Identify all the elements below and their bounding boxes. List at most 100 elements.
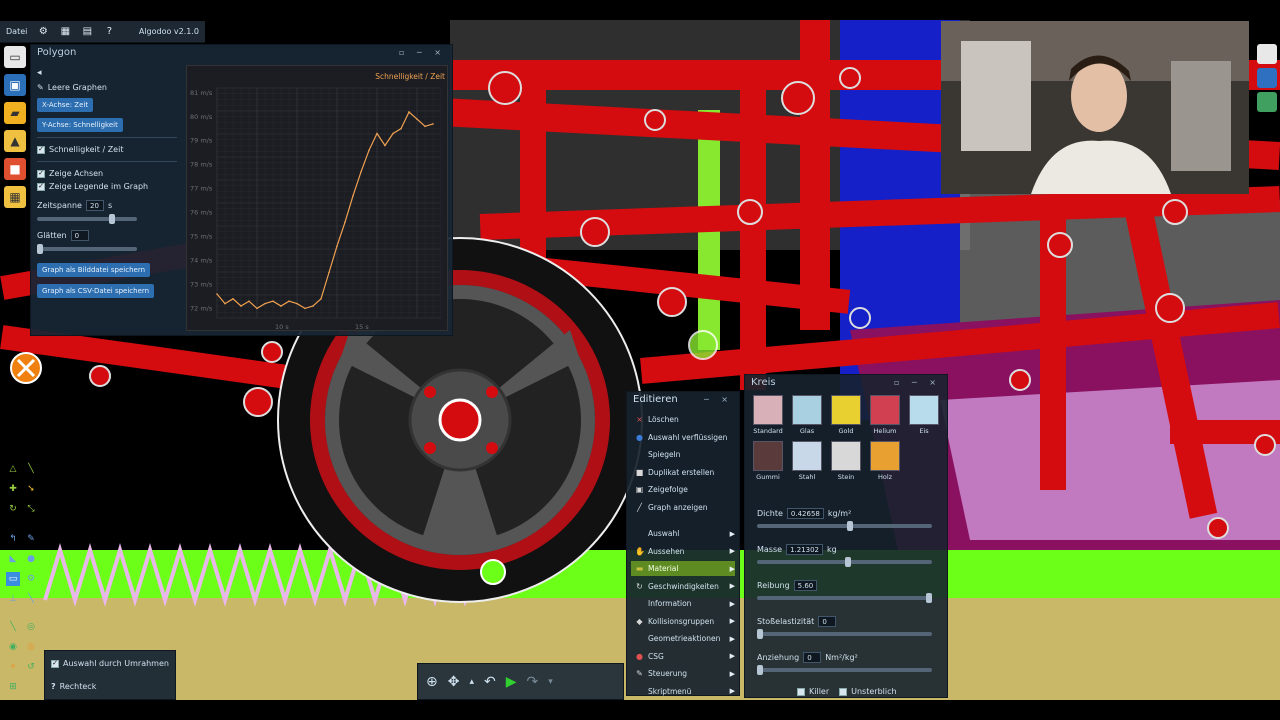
clear-graphs-button[interactable]: Leere Graphen	[48, 83, 107, 92]
plane-tool-icon[interactable]: ◣	[6, 552, 20, 566]
context-menu-item[interactable]: Spiegeln	[631, 447, 735, 462]
pen-tool-icon[interactable]: ✎	[24, 532, 38, 546]
shop-icon[interactable]: ▲	[4, 130, 26, 152]
restitution-input[interactable]: 0	[818, 615, 837, 627]
redo-icon[interactable]: ↷	[527, 674, 539, 690]
chain-tool-icon[interactable]: ⊥	[6, 592, 20, 606]
zoom-tool-icon[interactable]: ⊞	[6, 680, 20, 694]
window-icon[interactable]: ▤	[81, 26, 93, 37]
laser-tool-icon[interactable]: ✦	[6, 660, 20, 674]
play-icon[interactable]: ▶	[506, 674, 517, 690]
move-tool-icon[interactable]: ✚	[6, 482, 20, 496]
density-slider[interactable]	[757, 521, 932, 531]
knife-tool-icon[interactable]: ↰	[6, 532, 20, 546]
slider-knob[interactable]	[109, 214, 115, 224]
speed-time-checkbox[interactable]: ✓	[37, 145, 45, 154]
timespan-slider[interactable]	[37, 214, 137, 224]
lessons-icon[interactable]: ■	[4, 158, 26, 180]
drag-tool-icon[interactable]: ➘	[24, 482, 38, 496]
up-arrow-icon[interactable]: ▴	[469, 677, 474, 687]
scale-tool-icon[interactable]: ⤡	[24, 502, 38, 516]
material-option[interactable]: Stahl	[789, 441, 825, 481]
smoothing-slider[interactable]	[37, 244, 137, 254]
slider-knob[interactable]	[926, 593, 932, 603]
hinge-tool-icon[interactable]: ◎	[24, 620, 38, 634]
killer-checkbox[interactable]	[797, 687, 805, 696]
help-question-icon[interactable]: ?	[51, 682, 56, 691]
context-menu-item[interactable]: ✎ Steuerung ▶	[631, 666, 735, 681]
brush-tool-icon[interactable]: ╲	[24, 462, 38, 476]
thruster-tool-icon[interactable]: ↺	[24, 660, 38, 674]
context-menu-item[interactable]: Geometrieaktionen ▶	[631, 631, 735, 646]
density-input[interactable]: 0.42658	[786, 507, 824, 519]
save-icon[interactable]: ▣	[4, 74, 26, 96]
tracer-tool-icon[interactable]: ◍	[24, 640, 38, 654]
material-option[interactable]: Glas	[789, 395, 825, 435]
invisible-checkbox[interactable]	[839, 687, 848, 696]
material-option[interactable]: Stein	[828, 441, 864, 481]
material-option[interactable]: Helium	[867, 395, 903, 435]
window-controls[interactable]: ─ ×	[704, 395, 733, 404]
spring-tool-icon[interactable]: ╲	[24, 592, 38, 606]
context-menu-item[interactable]: ╱ Graph anzeigen	[631, 500, 735, 515]
material-option[interactable]: Eis	[906, 395, 942, 435]
timespan-input[interactable]: 20	[85, 200, 104, 211]
polygon-tool-icon[interactable]: △	[6, 462, 20, 476]
fixate-tool-icon[interactable]: ╲	[6, 620, 20, 634]
box-tool-icon[interactable]: ▭	[6, 572, 20, 586]
context-menu-item[interactable]: Information ▶	[631, 596, 735, 611]
slider-knob[interactable]	[37, 244, 43, 254]
context-menu-item[interactable]: ▬ Material ▶	[631, 561, 735, 576]
friction-slider[interactable]	[757, 593, 932, 603]
smoothing-input[interactable]: 0	[70, 230, 89, 241]
circle-tool-icon[interactable]: ●	[24, 552, 38, 566]
context-menu-item[interactable]: ↻ Geschwindigkeiten ▶	[631, 579, 735, 594]
file-menu[interactable]: Datei	[6, 27, 27, 36]
gear-tool-icon[interactable]: ⚙	[24, 572, 38, 586]
slider-knob[interactable]	[847, 521, 853, 531]
gear-icon[interactable]: ⚙	[37, 26, 49, 37]
scenes-icon[interactable]: ▦	[4, 186, 26, 208]
friction-input[interactable]: 5.60	[793, 579, 818, 591]
attraction-input[interactable]: 0	[803, 651, 822, 663]
material-option[interactable]: Standard	[750, 395, 786, 435]
help-icon[interactable]: ?	[103, 26, 115, 37]
save-csv-button[interactable]: Graph als CSV-Datei speichern	[37, 284, 155, 298]
slider-knob[interactable]	[757, 665, 763, 675]
show-axes-checkbox[interactable]: ✓	[37, 169, 45, 178]
x-axis-button[interactable]: X-Achse: Zeit	[37, 98, 94, 112]
window-controls[interactable]: ▫ ─ ×	[399, 48, 446, 57]
context-menu-item[interactable]: Skriptmenü ▶	[631, 684, 735, 699]
attraction-slider[interactable]	[757, 665, 932, 675]
slider-knob[interactable]	[757, 629, 763, 639]
material-option[interactable]: Holz	[867, 441, 903, 481]
down-arrow-icon[interactable]: ▾	[548, 677, 553, 687]
rightbar-icon[interactable]	[1257, 44, 1277, 64]
restitution-slider[interactable]	[757, 629, 932, 639]
axle-tool-icon[interactable]: ◉	[6, 640, 20, 654]
save-image-button[interactable]: Graph als Bilddatei speichern	[37, 263, 151, 277]
rotate-tool-icon[interactable]: ↻	[6, 502, 20, 516]
context-menu-item[interactable]: ◆ Kollisionsgruppen ▶	[631, 614, 735, 629]
rect-select-checkbox[interactable]: ✓	[51, 659, 59, 668]
back-arrow-icon[interactable]: ◂	[37, 68, 42, 78]
context-menu-item[interactable]: ● Auswahl verflüssigen	[631, 430, 735, 445]
context-menu-item[interactable]: ● CSG ▶	[631, 649, 735, 664]
undo-icon[interactable]: ↶	[484, 674, 496, 690]
mass-input[interactable]: 1.21302	[786, 543, 824, 555]
context-menu-item[interactable]: Auswahl ▶	[631, 526, 735, 541]
zoom-icon[interactable]: ⊕	[426, 674, 438, 690]
show-legend-checkbox[interactable]: ✓	[37, 182, 45, 191]
open-folder-icon[interactable]: ▰	[4, 102, 26, 124]
context-menu-item[interactable]: ■ Duplikat erstellen	[631, 465, 735, 480]
context-menu-item[interactable]: ✋ Aussehen ▶	[631, 544, 735, 559]
slider-knob[interactable]	[845, 557, 851, 567]
layers-icon[interactable]	[1257, 68, 1277, 88]
environment-icon[interactable]	[1257, 92, 1277, 112]
window-controls[interactable]: ▫ ─ ×	[894, 378, 941, 387]
grid-icon[interactable]: ▦	[59, 26, 71, 37]
pan-icon[interactable]: ✥	[448, 674, 460, 690]
mass-slider[interactable]	[757, 557, 932, 567]
y-axis-button[interactable]: Y-Achse: Schnelligkeit	[37, 118, 123, 132]
material-option[interactable]: Gold	[828, 395, 864, 435]
